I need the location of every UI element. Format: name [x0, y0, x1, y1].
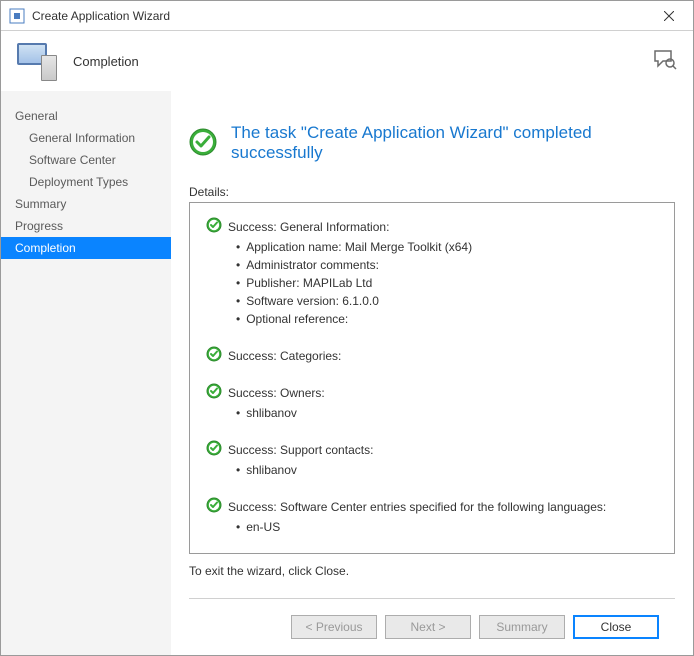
close-icon [664, 11, 674, 21]
content: The task "Create Application Wizard" com… [171, 91, 693, 655]
section-items: • shlibanov [236, 404, 662, 422]
sidebar-item-general-information[interactable]: General Information [1, 127, 171, 149]
section-title: Success: Owners: [228, 386, 325, 400]
section-item: • Publisher: MAPILab Ltd [236, 274, 662, 292]
bullet-icon: • [236, 274, 240, 292]
details-section: Success: Owners: • shlibanov [206, 383, 662, 422]
sidebar-item-software-center[interactable]: Software Center [1, 149, 171, 171]
section-item: • Optional reference: [236, 310, 662, 328]
section-item: • shlibanov [236, 461, 662, 479]
details-section: Success: General Information: • Applicatio… [206, 217, 662, 328]
section-head: Success: Categories: [206, 346, 662, 365]
success-check-icon [206, 346, 222, 365]
bullet-icon: • [236, 292, 240, 310]
bullet-icon: • [236, 404, 240, 422]
help-icon[interactable] [653, 49, 677, 74]
section-item-text: en-US [246, 518, 280, 536]
section-item-text: Administrator comments: [246, 256, 379, 274]
section-items: • shlibanov [236, 461, 662, 479]
sidebar-item-progress[interactable]: Progress [1, 215, 171, 237]
section-head: Success: Software Center entries specifi… [206, 497, 662, 516]
sidebar: GeneralGeneral InformationSoftware Cente… [1, 91, 171, 655]
footer: < Previous Next > Summary Close [189, 598, 675, 655]
success-check-icon [189, 128, 217, 159]
success-check-icon [206, 440, 222, 459]
section-title: Success: General Information: [228, 220, 389, 234]
details-section: Success: Support contacts: • shlibanov [206, 440, 662, 479]
next-button: Next > [385, 615, 471, 639]
section-item-text: shlibanov [246, 461, 297, 479]
section-head: Success: Owners: [206, 383, 662, 402]
sidebar-item-summary[interactable]: Summary [1, 193, 171, 215]
previous-button: < Previous [291, 615, 377, 639]
section-head: Success: Support contacts: [206, 440, 662, 459]
close-button[interactable]: Close [573, 615, 659, 639]
section-item-text: Application name: Mail Merge Toolkit (x6… [246, 238, 472, 256]
success-check-icon [206, 497, 222, 516]
summary-button: Summary [479, 615, 565, 639]
details-section: Success: Software Center entries specifi… [206, 497, 662, 536]
details-section: Success: Categories: [206, 346, 662, 365]
sidebar-item-completion[interactable]: Completion [1, 237, 171, 259]
step-title: Completion [73, 54, 139, 69]
section-item-text: Publisher: MAPILab Ltd [246, 274, 372, 292]
header: Completion [1, 31, 693, 91]
section-head: Success: General Information: [206, 217, 662, 236]
section-item: • Software version: 6.1.0.0 [236, 292, 662, 310]
success-check-icon [206, 383, 222, 402]
success-check-icon [206, 217, 222, 236]
section-items: • Application name: Mail Merge Toolkit (x… [236, 238, 662, 328]
app-icon [9, 8, 25, 24]
section-title: Success: Support contacts: [228, 443, 373, 457]
section-item-text: Software version: 6.1.0.0 [246, 292, 379, 310]
section-title: Success: Software Center entries specifi… [228, 500, 606, 514]
section-title: Success: Categories: [228, 349, 341, 363]
body: GeneralGeneral InformationSoftware Cente… [1, 91, 693, 655]
titlebar: Create Application Wizard [1, 1, 693, 31]
section-item-text: Optional reference: [246, 310, 348, 328]
exit-text: To exit the wizard, click Close. [189, 564, 675, 578]
section-item: • Administrator comments: [236, 256, 662, 274]
details-box[interactable]: Success: General Information: • Applicatio… [189, 202, 675, 554]
bullet-icon: • [236, 310, 240, 328]
computer-icon [17, 41, 57, 81]
section-item: • en-US [236, 518, 662, 536]
sidebar-item-general[interactable]: General [1, 105, 171, 127]
banner-text: The task "Create Application Wizard" com… [231, 123, 675, 163]
sidebar-item-deployment-types[interactable]: Deployment Types [1, 171, 171, 193]
wizard-window: Create Application Wizard Completion Gen… [0, 0, 694, 656]
success-banner: The task "Create Application Wizard" com… [189, 123, 675, 163]
bullet-icon: • [236, 461, 240, 479]
bullet-icon: • [236, 518, 240, 536]
window-title: Create Application Wizard [32, 9, 647, 23]
section-item: • shlibanov [236, 404, 662, 422]
window-close-button[interactable] [647, 1, 691, 31]
section-item: • Application name: Mail Merge Toolkit (x… [236, 238, 662, 256]
section-items: • en-US [236, 518, 662, 536]
bullet-icon: • [236, 256, 240, 274]
details-label: Details: [189, 185, 675, 199]
section-item-text: shlibanov [246, 404, 297, 422]
bullet-icon: • [236, 238, 240, 256]
